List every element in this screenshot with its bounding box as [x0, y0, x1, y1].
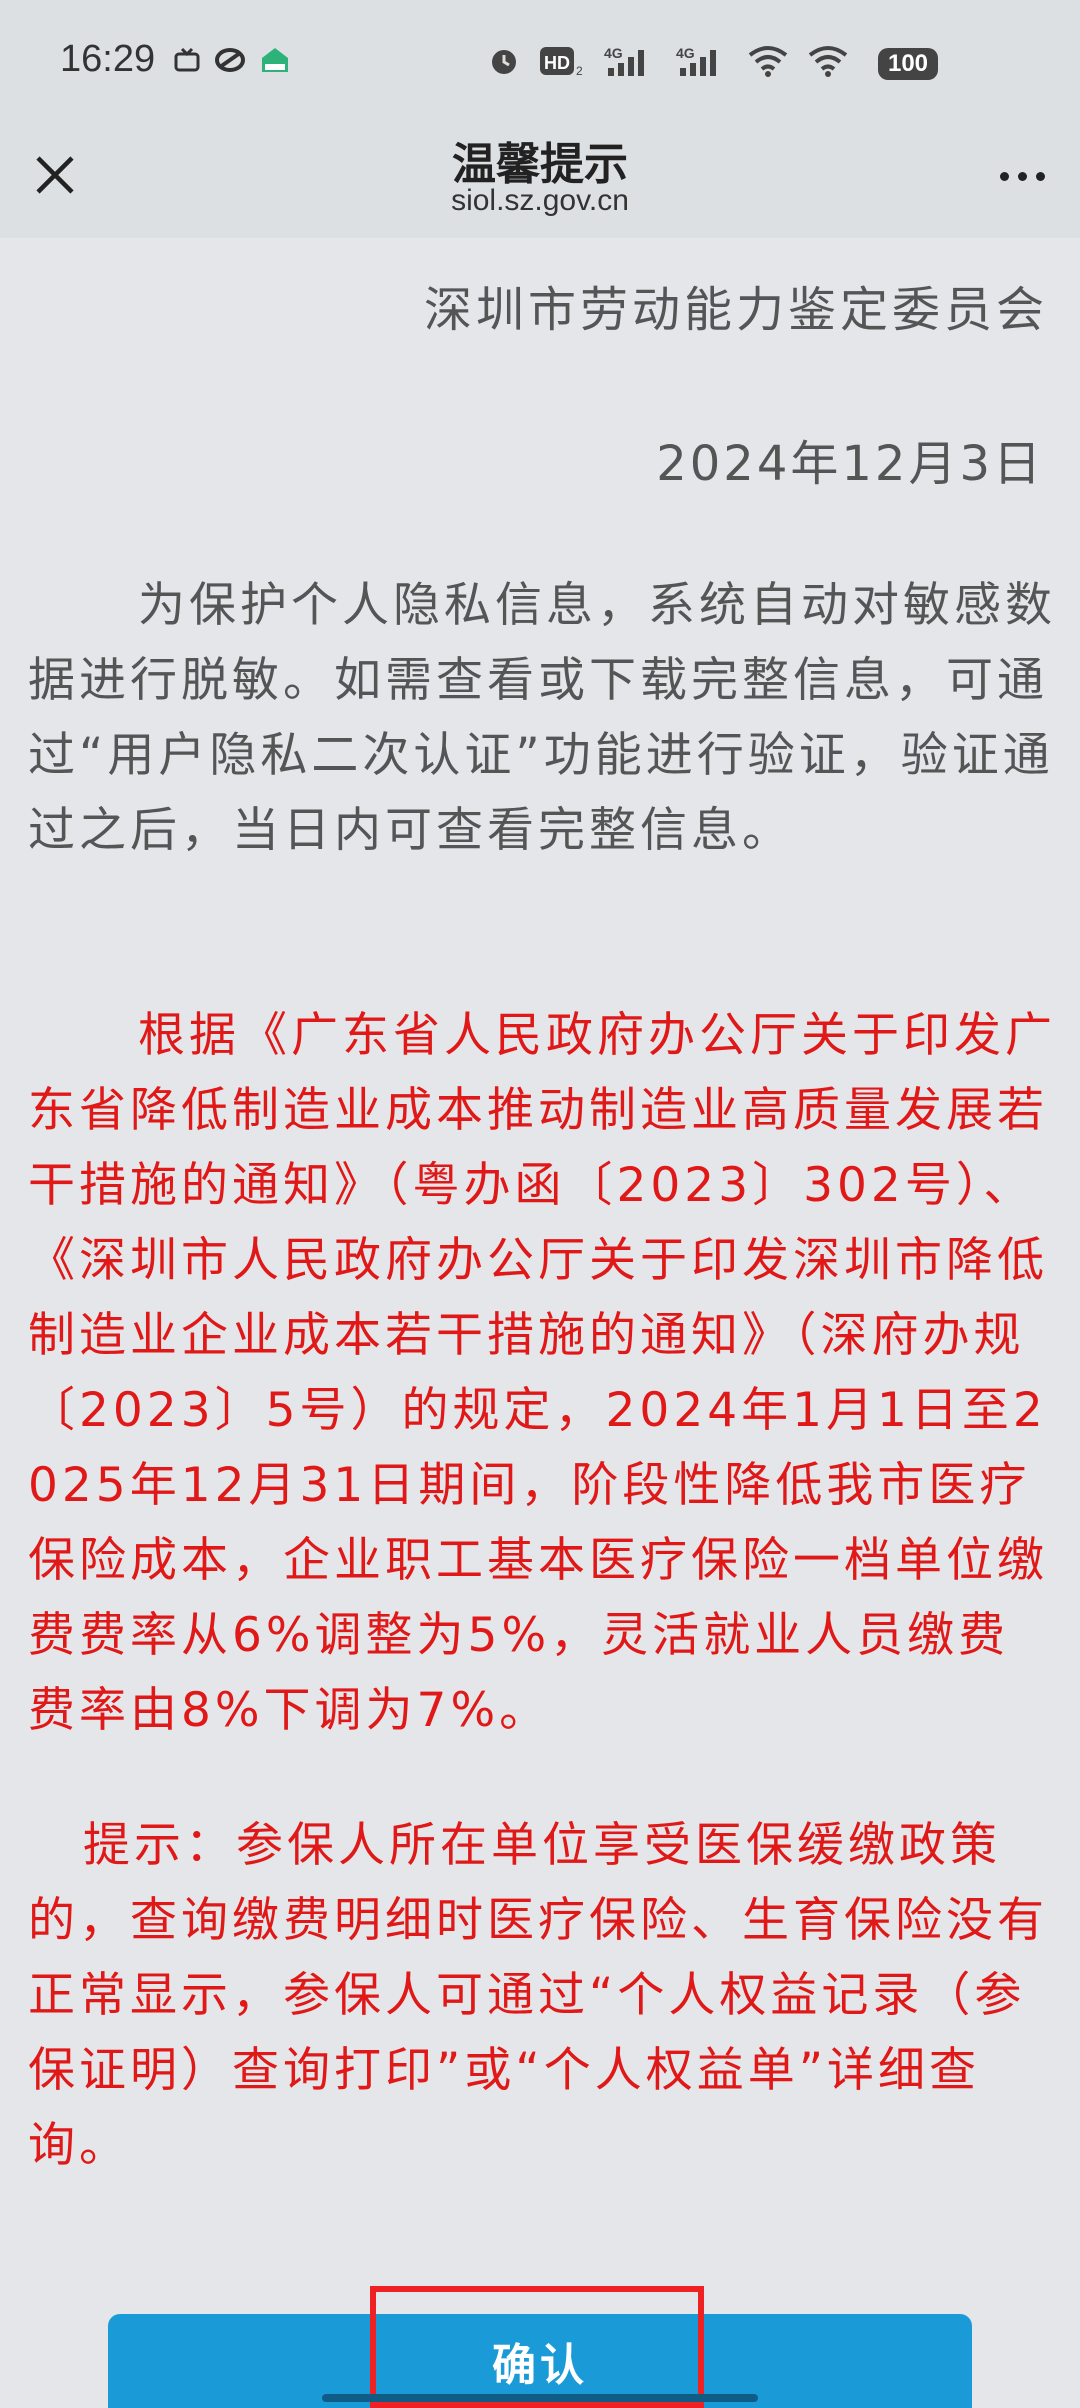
signal-icon: 4G — [604, 45, 644, 76]
status-bar: 16:29 HD 2 4G 4G 100 — [0, 0, 1080, 124]
wifi-icon — [808, 46, 848, 77]
status-right-icons: HD 2 4G 4G — [488, 44, 848, 78]
more-dot — [1035, 171, 1045, 181]
home-app-icon — [262, 48, 288, 72]
nav-bar: 温馨提示 siol.sz.gov.cn — [0, 124, 1080, 238]
notice-date: 2024年12月3日 — [656, 436, 1044, 492]
page-url: siol.sz.gov.cn — [451, 184, 629, 217]
tv-icon — [174, 47, 200, 72]
notice-content: 深圳市劳动能力鉴定委员会 2024年12月3日 为保护个人隐私信息，系统自动对敏… — [0, 238, 1080, 2408]
svg-text:4G: 4G — [604, 45, 623, 61]
link-icon — [215, 48, 245, 72]
privacy-paragraph: 为保护个人隐私信息，系统自动对敏感数据进行脱敏。如需查看或下载完整信息，可通过“… — [28, 578, 1056, 858]
notice-organization: 深圳市劳动能力鉴定委员会 — [423, 282, 1048, 338]
svg-text:4G: 4G — [676, 45, 695, 61]
more-dot — [1017, 171, 1027, 181]
svg-text:2: 2 — [576, 64, 583, 77]
page-title: 温馨提示 — [452, 139, 628, 190]
hd-icon: HD 2 — [540, 47, 583, 77]
policy-paragraph: 根据《广东省人民政府办公厅关于印发广东省降低制造业成本推动制造业高质量发展若干措… — [28, 1008, 1056, 1738]
status-time: 16:29 — [60, 38, 156, 80]
more-icon[interactable] — [992, 156, 1052, 196]
signal-icon: 4G — [676, 45, 716, 76]
alarm-icon — [492, 50, 516, 74]
home-indicator — [322, 2394, 758, 2402]
wifi-icon — [748, 46, 788, 77]
more-dot — [999, 171, 1009, 181]
svg-text:HD: HD — [544, 53, 570, 73]
battery-icon: 100 — [878, 48, 938, 80]
tip-paragraph: 提示：参保人所在单位享受医保缓缴政策的，查询缴费明细时医疗保险、生育保险没有正常… — [28, 1818, 1048, 2173]
status-left-icons — [174, 46, 290, 74]
